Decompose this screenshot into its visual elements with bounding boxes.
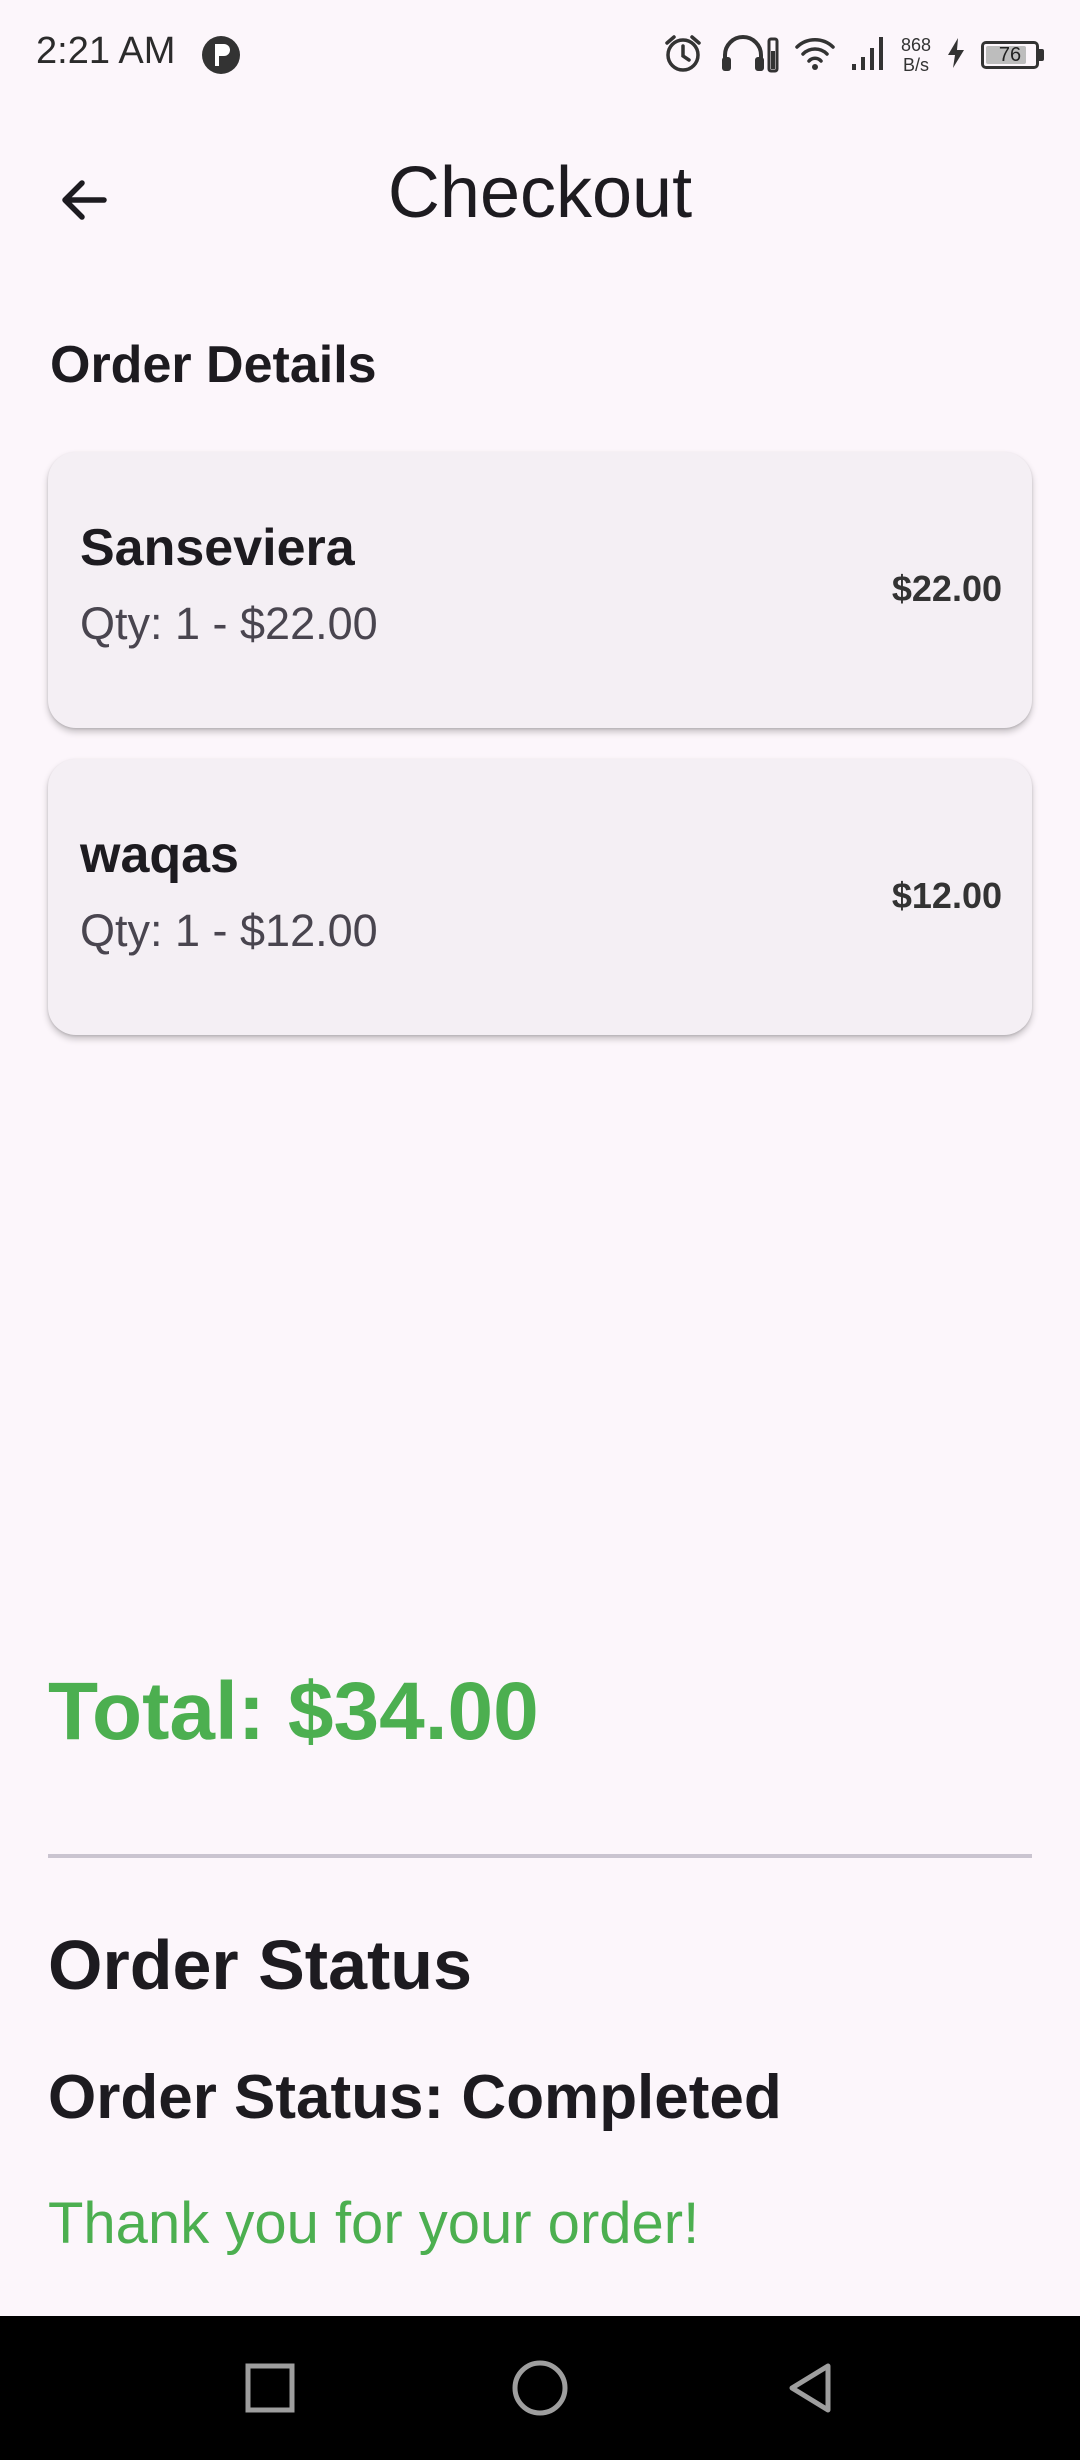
item-quantity: Qty: 1 - $22.00 [80,598,378,649]
battery-icon: 76 [981,41,1044,69]
recent-apps-button[interactable] [234,2352,306,2424]
item-name: Sanseviera [80,519,355,577]
order-status-text: Order Status: Completed [48,2063,782,2132]
order-item-card[interactable]: waqas Qty: 1 - $12.00 $12.00 [48,759,1032,1035]
page-title: Checkout [387,153,693,233]
item-price: $12.00 [891,875,1002,916]
order-status-heading: Order Status [48,1926,472,2004]
wifi-icon [793,33,837,78]
divider [48,1854,1032,1858]
app-bar: Checkout [0,110,1080,280]
charging-icon [945,36,967,75]
net-speed-unit: B/s [902,55,929,75]
headphones-icon [719,31,779,80]
signal-icon [851,33,887,78]
status-icons: 868 B/s 76 [661,30,1044,80]
home-button[interactable] [504,2352,576,2424]
net-speed-value: 868 [900,35,931,55]
system-navigation-bar [0,2316,1080,2460]
status-time: 2:21 AM [36,30,176,72]
order-item-card[interactable]: Sanseviera Qty: 1 - $22.00 $22.00 [48,452,1032,728]
thank-you-message: Thank you for your order! [48,2191,700,2256]
battery-body: 76 [981,41,1039,69]
app-notification-icon [200,34,242,81]
recent-apps-icon [245,2363,295,2413]
home-icon [512,2360,568,2416]
network-speed: 868 B/s [901,35,931,75]
order-details-heading: Order Details [50,336,377,394]
alarm-icon [661,31,705,80]
item-quantity: Qty: 1 - $12.00 [80,905,378,956]
order-total: Total: $34.00 [48,1666,539,1757]
status-bar: 2:21 AM 868 B/s 76 [0,0,1080,110]
battery-tip [1039,49,1044,61]
item-name: waqas [80,826,239,884]
battery-level: 76 [998,43,1022,66]
back-icon [789,2363,831,2413]
nav-back-button[interactable] [774,2352,846,2424]
item-price: $22.00 [891,568,1002,609]
